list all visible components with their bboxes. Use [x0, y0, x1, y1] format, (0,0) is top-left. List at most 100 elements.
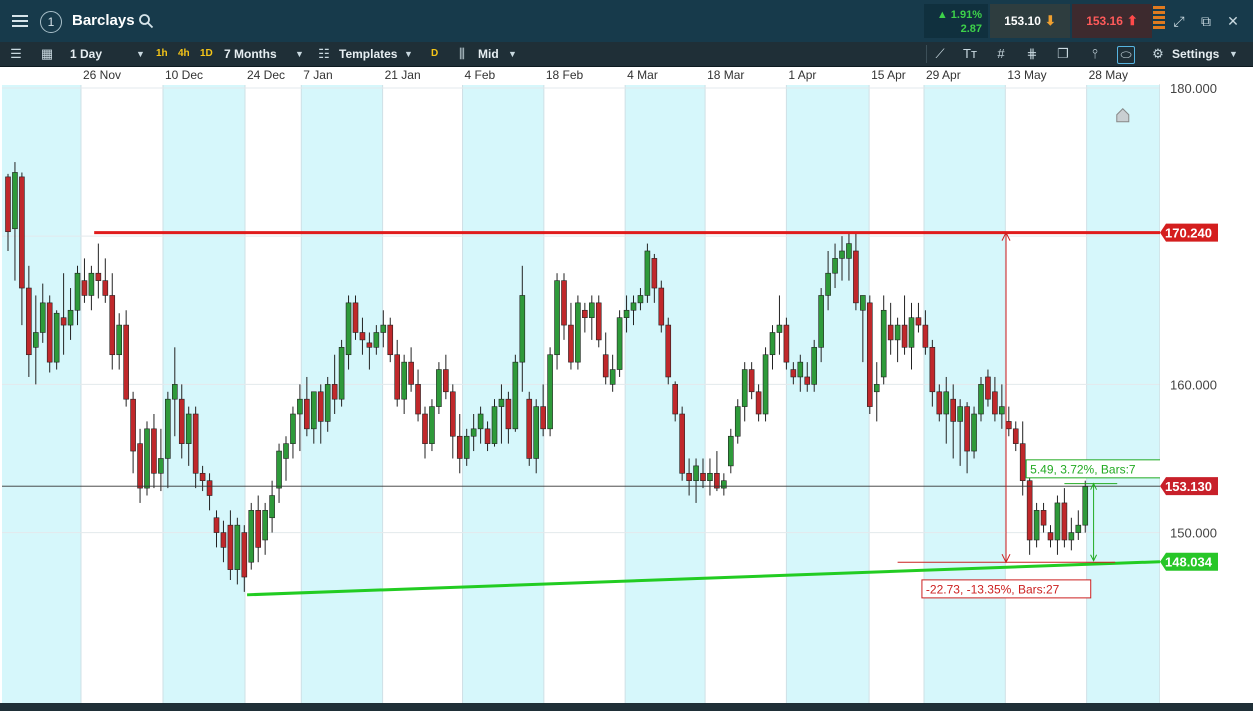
- candle-up: [172, 384, 178, 400]
- candle-down: [60, 317, 67, 326]
- close-icon[interactable]: ✕: [1225, 13, 1241, 29]
- candle-down: [853, 250, 859, 304]
- grid-icon[interactable]: #: [993, 46, 1009, 62]
- current-price-tag: 153.130: [1160, 477, 1218, 496]
- candle-down: [456, 435, 463, 459]
- bid-price: 153.10: [1004, 14, 1041, 28]
- chevron-down-icon[interactable]: ▼: [404, 42, 413, 66]
- x-tick-label: 4 Feb: [464, 68, 496, 82]
- candle-up: [463, 435, 470, 459]
- candle-up: [144, 428, 150, 489]
- candle-up: [533, 406, 540, 459]
- x-tick-label: 18 Mar: [707, 68, 745, 82]
- x-tick-label: 7 Jan: [303, 68, 333, 82]
- current-price-tag-text: 153.130: [1165, 479, 1212, 494]
- candle-up: [53, 312, 60, 363]
- candle-down: [651, 258, 658, 289]
- quick-1d-button[interactable]: 1D: [200, 42, 213, 66]
- candle-down: [443, 369, 449, 393]
- price-change: ▲ 1.91% 2.87: [924, 4, 988, 38]
- templates-icon[interactable]: ☷: [316, 46, 332, 62]
- candlestick-icon[interactable]: ⫼: [454, 46, 470, 62]
- chevron-down-icon[interactable]: ▼: [508, 42, 517, 66]
- candle-down: [5, 176, 11, 233]
- candle-down: [602, 354, 609, 378]
- buy-button[interactable]: 153.16 ⬆: [1072, 4, 1152, 38]
- candle-up: [734, 406, 741, 437]
- candle-down: [331, 384, 338, 400]
- indicator-icon[interactable]: ⫯: [1087, 46, 1103, 62]
- d-button[interactable]: D: [431, 42, 438, 66]
- candle-down: [561, 280, 567, 326]
- chart-toolbar: ☰ ▦ 1 Day ▼ 1h 4h 1D 7 Months ▼ ☷ Templa…: [0, 42, 1253, 67]
- measure-down-label-text: -22.73, -13.35%, Bars:27: [926, 582, 1060, 596]
- candle-down: [700, 472, 706, 481]
- candle-down: [915, 317, 922, 326]
- candle-up: [811, 347, 818, 385]
- trendline-icon[interactable]: ⟋: [932, 46, 948, 62]
- menu-icon[interactable]: [4, 6, 36, 36]
- candle-up: [519, 295, 526, 363]
- candle-up: [644, 250, 651, 296]
- candle-down: [672, 384, 679, 415]
- chevron-down-icon[interactable]: ▼: [295, 42, 304, 66]
- candle-up: [401, 361, 407, 400]
- x-tick-label: 29 Apr: [926, 68, 961, 82]
- search-icon[interactable]: [138, 13, 154, 29]
- copy-icon[interactable]: ❐: [1055, 46, 1071, 62]
- candle-up: [283, 443, 289, 459]
- candle-down: [526, 398, 533, 459]
- symbol-name[interactable]: Barclays: [72, 12, 135, 29]
- candle-down: [109, 295, 116, 356]
- settings-button[interactable]: Settings: [1172, 42, 1219, 66]
- candle-down: [95, 272, 102, 281]
- measure-down-label: -22.73, -13.35%, Bars:27: [921, 579, 1092, 599]
- popout-icon[interactable]: ⧉: [1198, 13, 1214, 29]
- candle-up: [74, 272, 81, 311]
- candle-down: [1040, 510, 1047, 526]
- range-select[interactable]: 7 Months: [224, 42, 277, 66]
- candle-down: [227, 524, 234, 570]
- candle-down: [748, 369, 755, 393]
- account-number-badge[interactable]: 1: [40, 11, 62, 33]
- candle-down: [992, 391, 998, 415]
- expand-icon[interactable]: ⤢: [1171, 13, 1187, 29]
- candle-down: [950, 398, 957, 422]
- divider: [926, 45, 927, 63]
- templates-select[interactable]: Templates: [339, 42, 397, 66]
- quick-1h-button[interactable]: 1h: [156, 42, 168, 66]
- candle-up: [470, 428, 477, 437]
- candle-down: [658, 287, 665, 326]
- chevron-down-icon[interactable]: ▼: [1229, 42, 1238, 66]
- chevron-down-icon[interactable]: ▼: [136, 42, 145, 66]
- candle-up: [860, 295, 866, 311]
- layout-icon[interactable]: ▦: [39, 46, 55, 62]
- candle-up: [262, 510, 268, 541]
- candle-down: [46, 302, 53, 363]
- price-type-select[interactable]: Mid: [478, 42, 499, 66]
- resistance-price-tag: 170.240: [1160, 223, 1218, 242]
- quick-4h-button[interactable]: 4h: [178, 42, 190, 66]
- sell-button[interactable]: 153.10 ⬇: [990, 4, 1070, 38]
- y-tick-label: 160.000: [1170, 377, 1217, 392]
- label-tag-icon[interactable]: ⬭: [1117, 46, 1135, 64]
- x-tick-label: 28 May: [1088, 68, 1128, 82]
- arrow-down-icon: ⬇: [1044, 13, 1056, 28]
- interval-select[interactable]: 1 Day: [70, 42, 102, 66]
- candle-down: [151, 428, 157, 474]
- candle-up: [776, 324, 783, 333]
- price-chart[interactable]: -22.73, -13.35%, Bars:27 5.49, 3.72%, Bar…: [0, 0, 1253, 711]
- text-tool-icon[interactable]: Tт: [962, 46, 978, 62]
- x-tick-label: 18 Feb: [545, 68, 584, 82]
- crosshair-icon[interactable]: ⋕: [1024, 46, 1040, 62]
- candle-down: [415, 384, 421, 415]
- list-icon[interactable]: ☰: [8, 46, 24, 62]
- candle-up: [957, 406, 963, 422]
- candle-up: [498, 398, 505, 407]
- candle-down: [255, 510, 261, 548]
- gear-icon[interactable]: ⚙: [1150, 46, 1166, 62]
- candle-up: [248, 510, 255, 563]
- candle-down: [206, 480, 213, 496]
- candle-down: [192, 413, 199, 474]
- change-percent: ▲ 1.91%: [936, 9, 982, 21]
